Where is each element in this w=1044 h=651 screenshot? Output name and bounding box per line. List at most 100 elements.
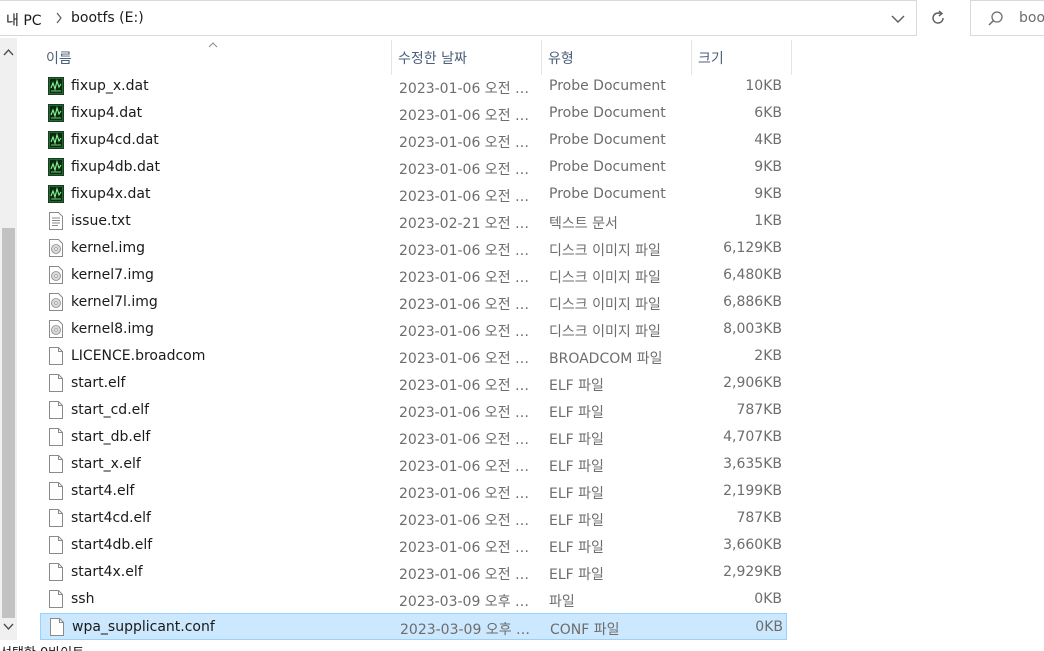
- search-icon: [988, 11, 1003, 26]
- column-header-type[interactable]: 유형: [542, 40, 692, 75]
- refresh-button[interactable]: [924, 4, 952, 32]
- file-date: 2023-01-06 오전 1...: [399, 243, 537, 259]
- breadcrumb-drive[interactable]: bootfs (E:): [71, 10, 144, 26]
- column-type-label: 유형: [548, 51, 574, 67]
- file-row[interactable]: fixup4db.dat 2023-01-06 오전 1... Probe Docu…: [40, 154, 787, 181]
- chevron-down-icon[interactable]: [889, 11, 907, 27]
- file-date: 2023-01-06 오전 1...: [399, 486, 537, 502]
- file-type: Probe Document: [549, 186, 666, 202]
- file-row[interactable]: fixup4.dat 2023-01-06 오전 1... Probe Docume…: [40, 100, 787, 127]
- file-name: start4cd.elf: [71, 510, 151, 526]
- file-row[interactable]: LICENCE.broadcom 2023-01-06 오전 1... BROADC…: [40, 343, 787, 370]
- file-size: 2KB: [754, 348, 782, 364]
- file-size: 3,635KB: [723, 456, 782, 472]
- scroll-up-icon[interactable]: [3, 48, 14, 56]
- file-type: 텍스트 문서: [549, 216, 618, 232]
- blank-file-icon: [48, 401, 64, 419]
- file-row[interactable]: start4cd.elf 2023-01-06 오전 1... ELF 파일 787K…: [40, 505, 787, 532]
- file-size: 6,129KB: [723, 240, 782, 256]
- file-type: ELF 파일: [549, 486, 604, 502]
- file-type: BROADCOM 파일: [549, 351, 663, 367]
- disc-image-icon: [48, 293, 64, 311]
- file-size: 6,480KB: [723, 267, 782, 283]
- file-type: Probe Document: [549, 159, 666, 175]
- blank-file-icon: [48, 374, 64, 392]
- file-row[interactable]: fixup4cd.dat 2023-01-06 오전 1... Probe Docu…: [40, 127, 787, 154]
- file-date: 2023-01-06 오전 1...: [399, 81, 537, 97]
- blank-file-icon: [48, 590, 64, 608]
- column-header-name[interactable]: 이름: [40, 40, 392, 75]
- scroll-down-icon[interactable]: [3, 623, 14, 631]
- file-size: 6,886KB: [723, 294, 782, 310]
- probe-document-icon: [48, 104, 64, 122]
- file-row[interactable]: start4x.elf 2023-01-06 오전 1... ELF 파일 2,929…: [40, 559, 787, 586]
- file-row[interactable]: fixup4x.dat 2023-01-06 오전 1... Probe Docum…: [40, 181, 787, 208]
- column-header-date[interactable]: 수정한 날짜: [392, 40, 542, 75]
- vertical-scrollbar[interactable]: [0, 38, 17, 640]
- file-row[interactable]: kernel7l.img 2023-01-06 오전 1... 디스크 이미지 파일…: [40, 289, 787, 316]
- file-name: start4db.elf: [71, 537, 153, 553]
- file-row[interactable]: start.elf 2023-01-06 오전 1... ELF 파일 2,906KB: [40, 370, 787, 397]
- file-date: 2023-01-06 오전 1...: [399, 540, 537, 556]
- address-bar[interactable]: 내 PC bootfs (E:): [0, 0, 917, 36]
- file-size: 9KB: [754, 159, 782, 175]
- file-type: ELF 파일: [549, 432, 604, 448]
- file-row[interactable]: kernel8.img 2023-01-06 오전 1... 디스크 이미지 파일 8…: [40, 316, 787, 343]
- file-date: 2023-02-21 오전 2...: [399, 216, 537, 232]
- file-date: 2023-01-06 오전 1...: [399, 405, 537, 421]
- file-type: ELF 파일: [549, 378, 604, 394]
- file-date: 2023-01-06 오전 1...: [399, 108, 537, 124]
- file-size: 2,199KB: [723, 483, 782, 499]
- file-size: 1KB: [754, 213, 782, 229]
- file-row[interactable]: kernel7.img 2023-01-06 오전 1... 디스크 이미지 파일 6…: [40, 262, 787, 289]
- file-name: ssh: [71, 591, 95, 607]
- file-date: 2023-03-09 오후 5...: [399, 594, 537, 610]
- file-date: 2023-03-09 오후 5...: [400, 622, 538, 638]
- file-name: fixup4x.dat: [71, 186, 151, 202]
- file-name: kernel.img: [71, 240, 145, 256]
- file-date: 2023-01-06 오전 1...: [399, 135, 537, 151]
- file-row[interactable]: start_cd.elf 2023-01-06 오전 1... ELF 파일 787K…: [40, 397, 787, 424]
- file-name: fixup4.dat: [71, 105, 143, 121]
- file-size: 10KB: [745, 78, 782, 94]
- file-row[interactable]: issue.txt 2023-02-21 오전 2... 텍스트 문서 1KB: [40, 208, 787, 235]
- file-type: Probe Document: [549, 78, 666, 94]
- file-row[interactable]: start_db.elf 2023-01-06 오전 1... ELF 파일 4,70…: [40, 424, 787, 451]
- file-row[interactable]: ssh 2023-03-09 오후 5... 파일 0KB: [40, 586, 787, 613]
- probe-document-icon: [48, 131, 64, 149]
- blank-file-icon: [48, 563, 64, 581]
- file-size: 787KB: [736, 510, 782, 526]
- file-type: ELF 파일: [549, 513, 604, 529]
- file-date: 2023-01-06 오전 1...: [399, 351, 537, 367]
- blank-file-icon: [48, 536, 64, 554]
- file-date: 2023-01-06 오전 1...: [399, 189, 537, 205]
- file-row[interactable]: start_x.elf 2023-01-06 오전 1... ELF 파일 3,635…: [40, 451, 787, 478]
- column-header-row: 이름 수정한 날짜 유형 크기: [40, 40, 792, 75]
- file-name: start4.elf: [71, 483, 135, 499]
- blank-file-icon: [48, 509, 64, 527]
- file-row[interactable]: wpa_supplicant.conf 2023-03-09 오후 5... CON…: [40, 613, 787, 640]
- column-header-size[interactable]: 크기: [692, 40, 792, 75]
- address-bar-row: 내 PC bootfs (E:) boo: [0, 0, 1044, 37]
- breadcrumb-this-pc[interactable]: 내 PC: [6, 10, 42, 30]
- file-name: fixup_x.dat: [71, 78, 149, 94]
- file-row[interactable]: fixup_x.dat 2023-01-06 오전 1... Probe Docum…: [40, 73, 787, 100]
- file-size: 0KB: [755, 619, 783, 635]
- file-size: 8,003KB: [723, 321, 782, 337]
- scrollbar-thumb[interactable]: [2, 228, 15, 618]
- file-name: start_db.elf: [71, 429, 151, 445]
- disc-image-icon: [48, 266, 64, 284]
- file-date: 2023-01-06 오전 1...: [399, 297, 537, 313]
- file-size: 4,707KB: [723, 429, 782, 445]
- file-type: 디스크 이미지 파일: [549, 243, 661, 259]
- file-name: issue.txt: [71, 213, 131, 229]
- breadcrumb-chevron-icon[interactable]: [55, 12, 63, 24]
- search-input[interactable]: boo: [970, 0, 1044, 36]
- probe-document-icon: [48, 77, 64, 95]
- file-type: Probe Document: [549, 105, 666, 121]
- file-name: start_cd.elf: [71, 402, 150, 418]
- file-row[interactable]: start4.elf 2023-01-06 오전 1... ELF 파일 2,199K…: [40, 478, 787, 505]
- file-row[interactable]: kernel.img 2023-01-06 오전 1... 디스크 이미지 파일 6,…: [40, 235, 787, 262]
- file-type: Probe Document: [549, 132, 666, 148]
- file-row[interactable]: start4db.elf 2023-01-06 오전 1... ELF 파일 3,66…: [40, 532, 787, 559]
